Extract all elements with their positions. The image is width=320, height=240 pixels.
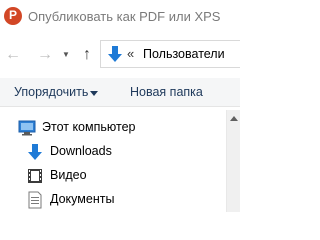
downloads-icon xyxy=(28,144,42,160)
address-path-segment[interactable]: Пользователи xyxy=(143,47,225,61)
tree-item-label: Downloads xyxy=(50,144,112,158)
tree-item-label: Видео xyxy=(50,168,87,182)
address-overflow-chevrons[interactable]: « xyxy=(127,46,134,61)
navigation-tree: Этот компьютер Downloads Видео Документы xyxy=(0,110,226,212)
powerpoint-icon xyxy=(4,7,22,25)
back-arrow-icon[interactable]: ← xyxy=(4,46,22,64)
computer-icon xyxy=(18,120,36,136)
up-arrow-icon[interactable]: ↑ xyxy=(78,46,96,64)
tree-item-label: Документы xyxy=(50,192,115,206)
forward-arrow-icon[interactable]: → xyxy=(36,46,54,64)
window-title: Опубликовать как PDF или XPS xyxy=(28,9,221,24)
publish-dialog: Опубликовать как PDF или XPS ← → ▼ ↑ « П… xyxy=(0,0,240,212)
documents-icon xyxy=(28,191,42,209)
video-icon xyxy=(28,169,42,183)
command-toolbar: Упорядочить Новая папка xyxy=(0,78,240,107)
tree-scrollbar[interactable] xyxy=(226,110,240,212)
organize-dropdown-icon[interactable] xyxy=(90,91,98,96)
navigation-bar: ← → ▼ ↑ « Пользователи xyxy=(0,38,240,72)
address-bar[interactable]: « Пользователи xyxy=(100,40,240,68)
title-bar: Опубликовать как PDF или XPS xyxy=(0,0,240,30)
download-folder-icon xyxy=(108,46,122,62)
tree-item-label: Этот компьютер xyxy=(42,120,136,134)
organize-button[interactable]: Упорядочить xyxy=(14,85,88,99)
scroll-up-icon[interactable] xyxy=(230,116,238,121)
new-folder-button[interactable]: Новая папка xyxy=(130,85,203,99)
chevron-down-icon[interactable]: ▼ xyxy=(62,50,70,59)
